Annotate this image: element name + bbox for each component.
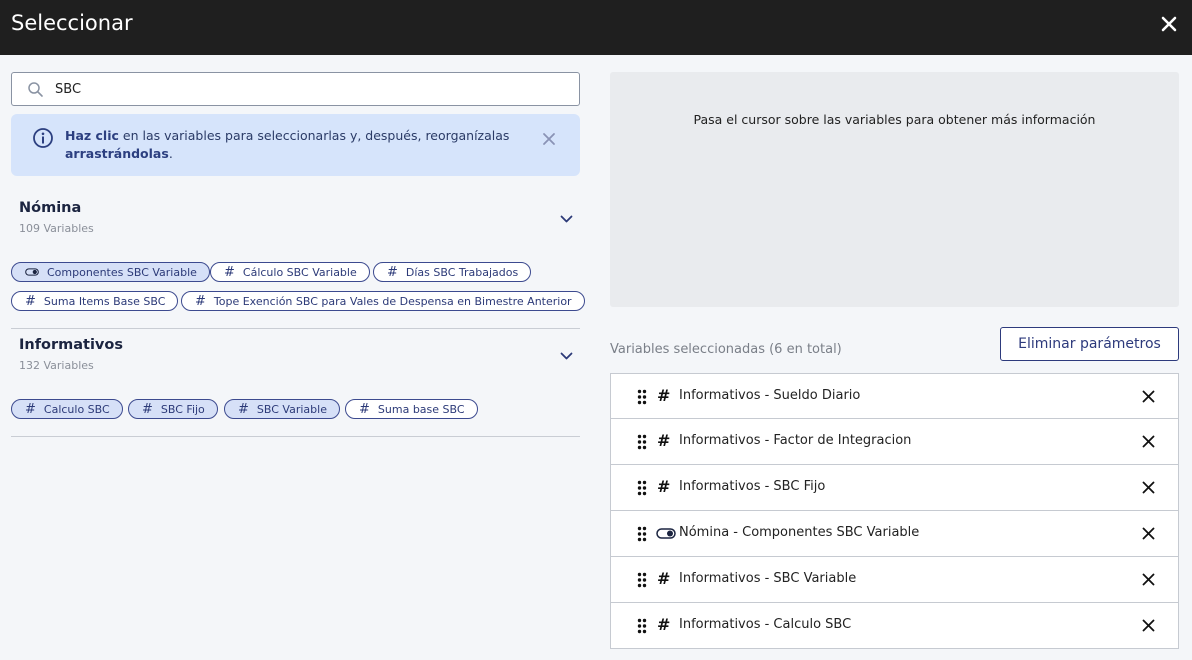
dialog-header: Seleccionar — [0, 0, 1192, 55]
chip-label: Tope Exención SBC para Vales de Despensa… — [213, 294, 572, 308]
selected-variable-row[interactable]: # Informativos - SBC Fijo — [610, 465, 1179, 511]
hash-icon: # — [657, 431, 671, 450]
selected-variable-label: Nómina - Componentes SBC Variable — [679, 525, 920, 540]
hash-icon: # — [657, 477, 671, 496]
selected-variable-row[interactable]: # Informativos - Calculo SBC — [610, 603, 1179, 649]
search-icon — [28, 82, 43, 97]
hash-icon: # — [657, 615, 671, 634]
hash-icon: # — [224, 264, 235, 280]
drag-handle-icon[interactable] — [637, 480, 647, 496]
hash-icon: # — [657, 386, 671, 405]
group-count-nomina: 109 Variables — [19, 222, 94, 235]
variable-chip[interactable]: # Suma Items Base SBC — [11, 291, 179, 311]
chip-label: SBC Fijo — [160, 402, 205, 416]
group-title-nomina[interactable]: Nómina — [19, 200, 81, 216]
remove-icon[interactable] — [1142, 481, 1155, 494]
selected-variable-label: Informativos - SBC Fijo — [679, 479, 826, 494]
hash-icon: # — [387, 264, 398, 280]
drag-handle-icon[interactable] — [637, 572, 647, 588]
drag-handle-icon[interactable] — [637, 434, 647, 450]
drag-handle-icon[interactable] — [637, 526, 647, 542]
close-icon[interactable] — [1158, 13, 1180, 35]
selected-variable-row[interactable]: # Informativos - Sueldo Diario — [610, 373, 1179, 419]
variable-chip[interactable]: # Días SBC Trabajados — [373, 262, 532, 282]
selected-variable-label: Informativos - SBC Variable — [679, 571, 857, 586]
selected-variable-label: Informativos - Calculo SBC — [679, 617, 852, 632]
remove-icon[interactable] — [1142, 390, 1155, 403]
search-box — [11, 72, 580, 106]
selected-count: Variables seleccionadas (6 en total) — [610, 342, 842, 357]
hash-icon: # — [25, 401, 36, 417]
chevron-down-icon[interactable] — [560, 215, 573, 224]
chip-label: SBC Variable — [256, 402, 327, 416]
remove-icon[interactable] — [1142, 619, 1155, 632]
variable-chip[interactable]: # Calculo SBC — [11, 399, 123, 419]
toggle-icon — [656, 528, 676, 539]
hash-icon: # — [25, 293, 36, 309]
info-preview-panel: Pasa el cursor sobre las variables para … — [610, 72, 1179, 307]
variable-chip[interactable]: # Cálculo SBC Variable — [210, 262, 370, 282]
search-input[interactable] — [55, 79, 555, 99]
chip-label: Suma base SBC — [377, 402, 465, 416]
clear-parameters-button[interactable]: Eliminar parámetros — [1000, 327, 1179, 361]
hash-icon: # — [657, 569, 671, 588]
info-banner: Haz clic en las variables para seleccion… — [11, 114, 580, 176]
info-message: Haz clic en las variables para seleccion… — [65, 128, 510, 161]
group-divider — [11, 328, 580, 329]
group-title-informativos[interactable]: Informativos — [19, 337, 123, 353]
group-divider — [11, 436, 580, 437]
selected-variable-row[interactable]: # Informativos - SBC Variable — [610, 557, 1179, 603]
selected-variable-row[interactable]: # Informativos - Factor de Integracion — [610, 419, 1179, 465]
selected-variables-list: # Informativos - Sueldo Diario # Informativ… — [610, 373, 1179, 649]
toggle-icon — [25, 268, 39, 276]
remove-icon[interactable] — [1142, 435, 1155, 448]
hash-icon: # — [359, 401, 370, 417]
chip-label: Cálculo SBC Variable — [242, 265, 357, 279]
preview-hint: Pasa el cursor sobre las variables para … — [693, 112, 1096, 127]
hash-icon: # — [195, 293, 206, 309]
variable-chip[interactable]: Componentes SBC Variable — [11, 262, 210, 282]
hash-icon: # — [142, 401, 153, 417]
variable-chip[interactable]: # SBC Fijo — [128, 399, 218, 419]
chip-label: Suma Items Base SBC — [43, 294, 166, 308]
chip-label: Días SBC Trabajados — [405, 265, 519, 279]
variable-chip[interactable]: # Suma base SBC — [345, 399, 478, 419]
info-icon — [33, 128, 53, 148]
group-count-informativos: 132 Variables — [19, 359, 94, 372]
drag-handle-icon[interactable] — [637, 389, 647, 405]
dialog-title: Seleccionar — [11, 11, 133, 35]
chevron-down-icon[interactable] — [560, 352, 573, 361]
selected-variable-row[interactable]: Nómina - Componentes SBC Variable — [610, 511, 1179, 557]
remove-icon[interactable] — [1142, 527, 1155, 540]
selected-variable-label: Informativos - Factor de Integracion — [679, 433, 912, 448]
selected-variable-label: Informativos - Sueldo Diario — [679, 388, 861, 403]
chip-label: Calculo SBC — [43, 402, 110, 416]
drag-handle-icon[interactable] — [637, 618, 647, 634]
variable-chip[interactable]: # SBC Variable — [224, 399, 340, 419]
close-icon[interactable] — [542, 132, 556, 146]
hash-icon: # — [238, 401, 249, 417]
variable-chip[interactable]: # Tope Exención SBC para Vales de Despens… — [181, 291, 585, 311]
chip-label: Componentes SBC Variable — [47, 265, 197, 279]
remove-icon[interactable] — [1142, 573, 1155, 586]
